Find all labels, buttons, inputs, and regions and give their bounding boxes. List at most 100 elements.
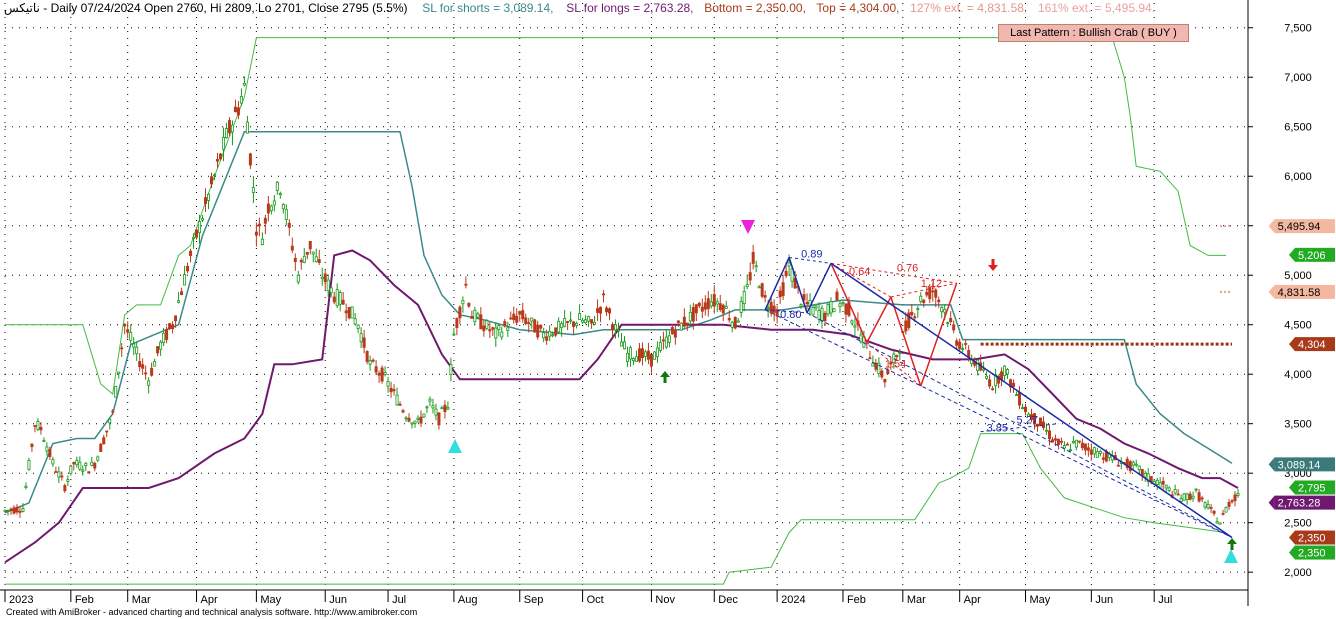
candle-body (880, 370, 884, 378)
candle-body (410, 422, 414, 425)
candle-body (251, 187, 255, 193)
candle-body (1000, 371, 1004, 380)
candle-body (482, 325, 486, 332)
candle-body (515, 315, 519, 323)
candle-body (1092, 447, 1096, 455)
candle-body (1173, 489, 1177, 494)
candle-body (1176, 493, 1180, 496)
candle-body (33, 425, 37, 427)
candle-body (605, 307, 609, 313)
candle-body (1089, 449, 1093, 455)
candle-body (697, 302, 701, 307)
candle-body (955, 340, 959, 346)
candle-body (646, 350, 650, 360)
candle-body (422, 413, 426, 418)
candle-body (180, 291, 184, 296)
price-chart[interactable]: 0.89 0.80 0.64 0.761.12 1.54 5.27 3.85 2,000 2,… (0, 0, 1336, 619)
candle-body (359, 333, 363, 343)
candle-body (1083, 443, 1087, 451)
candle-body (437, 412, 441, 426)
candle-body (988, 379, 992, 387)
candle-body (1185, 493, 1189, 500)
candle-body (548, 331, 552, 337)
price-label: 3,089.14 (1278, 459, 1321, 471)
candle-body (260, 238, 264, 246)
candle-body (611, 324, 615, 331)
x-tick-label: Feb (847, 594, 866, 606)
candle-body (844, 303, 848, 315)
candle-body (491, 327, 495, 330)
candle-body (913, 316, 917, 319)
candle-body (748, 272, 752, 281)
candle-body (284, 209, 288, 220)
candle-body (368, 360, 372, 365)
candle-body (198, 221, 202, 234)
candle-body (757, 286, 761, 289)
candle-body (404, 417, 408, 420)
candle-body (24, 485, 28, 489)
candle-body (150, 367, 154, 376)
candle-body (215, 159, 219, 162)
candle-body (1140, 469, 1144, 476)
candle-body (614, 324, 618, 331)
candle-body (530, 317, 534, 322)
candle-body (207, 193, 211, 201)
candle-body (709, 301, 713, 307)
candle-body (120, 347, 124, 350)
candle-body (904, 320, 908, 332)
x-tick-label: Feb (75, 594, 94, 606)
candle-body (461, 300, 465, 305)
candle-body (326, 279, 330, 292)
candle-body (54, 471, 58, 473)
x-tick-label: Jul (1158, 594, 1172, 606)
candle-body (239, 96, 243, 104)
candle-body (425, 406, 429, 409)
candle-body (587, 316, 591, 322)
candle-body (308, 240, 312, 250)
candle-body (221, 136, 225, 150)
candle-body (584, 319, 588, 324)
candle-body (126, 329, 130, 333)
candle-body (763, 295, 767, 298)
candle-body (1209, 507, 1213, 509)
candle-body (769, 301, 773, 314)
candle-body (631, 358, 635, 362)
candle-body (1068, 449, 1072, 452)
x-tick-label: Jun (329, 594, 347, 606)
candle-body (655, 347, 659, 358)
last-pattern-badge: Last Pattern : Bullish Crab ( BUY ) (998, 24, 1189, 42)
candle-body (628, 347, 632, 360)
candle-body (886, 369, 890, 375)
candle-body (93, 462, 97, 469)
candle-body (476, 313, 480, 318)
candle-body (1206, 504, 1210, 509)
candle-body (1215, 521, 1219, 524)
ratio-label: 0.76 (897, 262, 918, 274)
candle-body (1095, 451, 1099, 458)
candle-body (398, 403, 402, 406)
candle-body (742, 291, 746, 305)
ext161-label: 161% ext. = 5,495.94. (1037, 1, 1156, 15)
candle-body (700, 306, 704, 312)
footer-credit: Created with AmiBroker - advanced charti… (6, 607, 418, 617)
candle-body (278, 193, 282, 196)
candle-body (832, 308, 836, 313)
candle-body (344, 310, 348, 314)
candle-body (464, 283, 468, 286)
candle-body (1137, 465, 1141, 471)
candle-body (521, 310, 525, 320)
candle-body (871, 362, 875, 367)
candle-body (1086, 447, 1090, 451)
candle-body (90, 461, 94, 466)
candle-body (452, 333, 456, 336)
candle-body (15, 506, 19, 513)
sl-shorts-label: SL for shorts = 3,089.14, (422, 1, 554, 15)
candle-body (766, 307, 770, 310)
candle-body (1164, 484, 1168, 489)
candle-body (455, 318, 459, 328)
price-label: 2,350 (1298, 533, 1326, 545)
candle-body (470, 316, 474, 319)
candle-body (500, 331, 504, 338)
candle-body (183, 274, 187, 286)
candle-body (290, 245, 294, 251)
